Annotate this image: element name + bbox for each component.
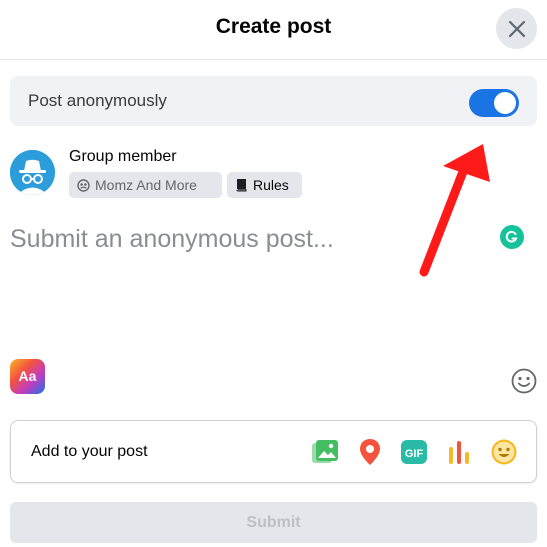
aa-label: Aa xyxy=(18,368,37,384)
rules-chip[interactable]: Rules xyxy=(227,172,302,198)
grammarly-icon[interactable] xyxy=(500,225,524,249)
toggle-knob xyxy=(494,92,516,114)
close-icon xyxy=(508,20,525,37)
group-name: Momz And More xyxy=(95,177,197,193)
photo-video-button[interactable] xyxy=(310,437,340,467)
red-arrow-annotation xyxy=(419,144,490,277)
book-icon xyxy=(236,179,247,192)
group-chip[interactable]: Momz And More xyxy=(69,172,222,198)
feeling-icon xyxy=(491,439,517,465)
location-button[interactable] xyxy=(355,437,385,467)
author-name: Group member xyxy=(69,148,177,165)
dialog-header: Create post xyxy=(0,0,547,60)
poll-icon xyxy=(449,441,469,464)
gif-button[interactable]: GIF xyxy=(399,437,429,467)
gif-icon: GIF xyxy=(401,440,427,464)
submit-button[interactable]: Submit xyxy=(10,502,537,543)
add-to-post-label: Add to your post xyxy=(31,443,148,460)
incognito-icon xyxy=(10,150,55,195)
emoji-icon[interactable] xyxy=(511,368,537,394)
poll-button[interactable] xyxy=(444,437,474,467)
location-pin-icon xyxy=(360,439,380,465)
text-background-button[interactable]: Aa xyxy=(10,359,45,394)
feeling-button[interactable] xyxy=(489,437,519,467)
anonymous-avatar xyxy=(10,150,55,195)
svg-text:GIF: GIF xyxy=(405,448,424,460)
anonymous-toggle-switch[interactable] xyxy=(469,89,519,117)
close-button[interactable] xyxy=(496,8,537,49)
rules-label: Rules xyxy=(253,177,289,193)
group-icon xyxy=(77,178,90,192)
anonymous-toggle-row: Post anonymously xyxy=(10,76,537,126)
photo-video-icon xyxy=(312,440,338,463)
anonymous-toggle-label: Post anonymously xyxy=(28,91,167,110)
dialog-title: Create post xyxy=(215,15,332,38)
